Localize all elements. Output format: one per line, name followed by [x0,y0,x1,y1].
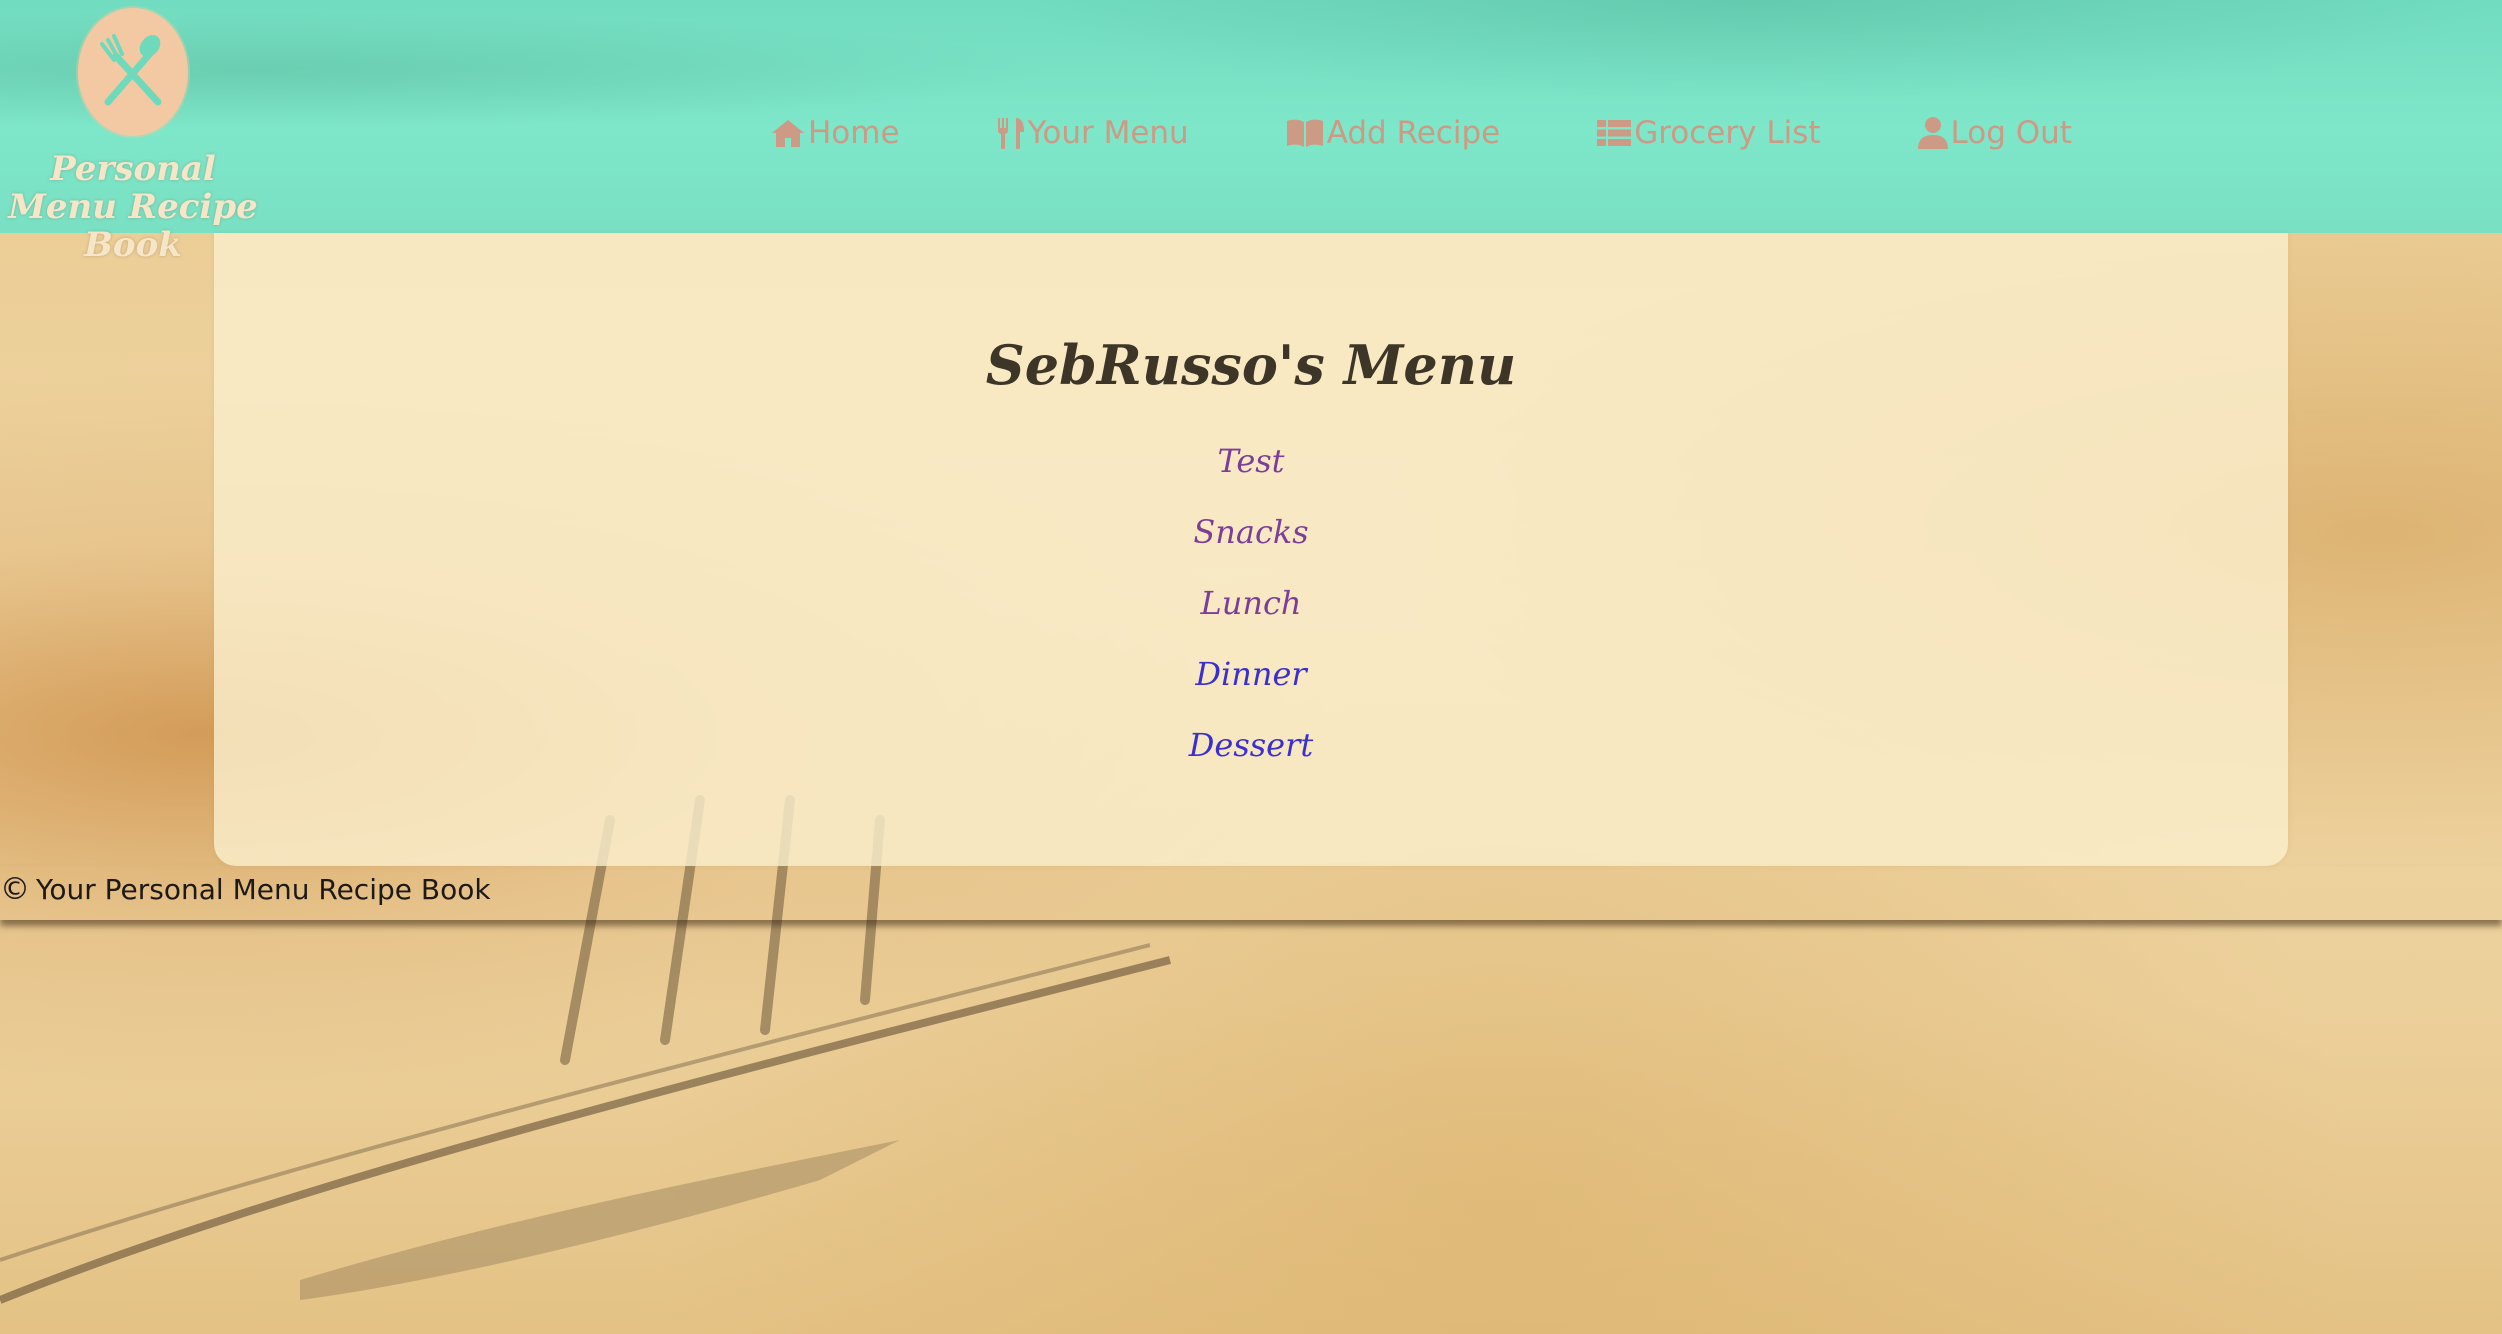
nav-add-recipe-label: Add Recipe [1326,114,1501,151]
menu-card: SebRusso's Menu Test Snacks Lunch Dinner… [214,233,2288,866]
list-item: Lunch [214,580,2288,651]
category-link-lunch[interactable]: Lunch [1201,584,1302,622]
site-footer: © Your Personal Menu Recipe Book [0,866,2502,920]
site-logo[interactable]: Personal Menu Recipe Book [8,4,258,264]
footer-copyright: © Your Personal Menu Recipe Book [0,872,491,907]
home-icon [770,118,806,148]
footer-text: Your Personal Menu Recipe Book [36,873,491,906]
site-header: Personal Menu Recipe Book Home Your Menu… [0,0,2502,264]
nav-grocery-list-link[interactable]: Grocery List [1596,114,1821,151]
book-open-icon [1285,118,1325,148]
nav-log-out-label: Log Out [1950,114,2072,151]
logo-badge [78,8,188,136]
menu-category-list: Test Snacks Lunch Dinner Dessert [214,438,2288,793]
main-nav: Home Your Menu Add Recipe Grocery List L… [770,105,2072,160]
list-item: Test [214,438,2288,509]
list-item: Dessert [214,722,2288,793]
nav-your-menu-link[interactable]: Your Menu [996,115,1189,151]
nav-add-recipe-link[interactable]: Add Recipe [1285,114,1501,151]
category-link-dessert[interactable]: Dessert [1189,726,1314,764]
page-title: SebRusso's Menu [985,333,1517,397]
nav-grocery-list-label: Grocery List [1634,114,1821,151]
list-icon [1596,118,1632,148]
utensils-icon [996,116,1026,150]
nav-home-label: Home [808,114,900,151]
logo-line1: Personal [50,149,216,189]
copyright-symbol: © [0,872,30,907]
category-link-snacks[interactable]: Snacks [1193,513,1308,551]
category-link-test[interactable]: Test [1217,442,1284,480]
nav-log-out-link[interactable]: Log Out [1917,115,2072,151]
fork-spoon-icon [100,34,162,106]
list-item: Snacks [214,509,2288,580]
user-icon [1917,116,1949,150]
nav-your-menu-label: Your Menu [1027,114,1189,151]
nav-home-link[interactable]: Home [770,115,900,151]
list-item: Dinner [214,651,2288,722]
category-link-dinner[interactable]: Dinner [1195,655,1306,693]
